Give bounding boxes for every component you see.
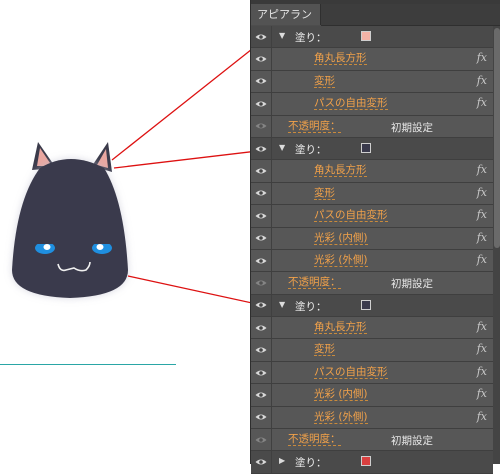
fx-icon[interactable]: fx <box>477 51 487 64</box>
visibility-eye-icon[interactable] <box>251 70 272 93</box>
fx-icon[interactable]: fx <box>477 320 487 333</box>
visibility-eye-icon[interactable] <box>251 26 272 48</box>
fill-color-swatch[interactable] <box>361 456 371 467</box>
visibility-eye-icon[interactable] <box>251 339 272 361</box>
effect-row[interactable]: 変形 fx <box>251 182 493 206</box>
expand-triangle-icon[interactable]: ▶ <box>279 456 285 465</box>
effect-row[interactable]: 角丸長方形 fx <box>251 48 493 71</box>
appearance-panel: アピアランス ▼ 塗り： 角丸長方形 fx 変形 fx パスの自由変形 fx 不透明度： 初期設定… <box>250 0 500 474</box>
tab-strip <box>321 4 500 26</box>
expand-triangle-icon[interactable]: ▼ <box>279 31 285 40</box>
tab-appearance[interactable]: アピアランス <box>251 4 321 42</box>
fill-label: 塗り： <box>295 143 327 156</box>
visibility-eye-icon[interactable] <box>251 160 272 182</box>
visibility-eye-icon[interactable] <box>251 406 272 429</box>
fill-color-swatch[interactable] <box>361 142 371 153</box>
effect-row[interactable]: 角丸長方形 fx <box>251 317 493 340</box>
visibility-eye-icon[interactable] <box>251 182 272 205</box>
visibility-eye-icon[interactable] <box>251 205 272 227</box>
scrollbar[interactable] <box>493 26 500 464</box>
effect-link[interactable]: パスの自由変形 <box>314 366 388 379</box>
effect-link[interactable]: 変形 <box>314 75 335 88</box>
opacity-link[interactable]: 不透明度： <box>288 276 341 290</box>
fill-label: 塗り： <box>295 32 327 44</box>
fill-color-swatch[interactable] <box>361 31 371 41</box>
effect-link[interactable]: パスの自由変形 <box>314 97 388 111</box>
fx-icon[interactable]: fx <box>477 410 487 423</box>
fx-icon[interactable]: fx <box>477 253 487 266</box>
visibility-eye-icon[interactable] <box>251 93 272 115</box>
opacity-value: 初期設定 <box>391 278 433 291</box>
artboard-canvas[interactable] <box>0 0 250 464</box>
visibility-eye-icon[interactable] <box>251 361 272 384</box>
effect-row[interactable]: 光彩 (外側) fx <box>251 249 493 273</box>
opacity-row[interactable]: 不透明度： 初期設定 <box>251 272 493 295</box>
visibility-eye-icon[interactable] <box>251 294 272 317</box>
appearance-rows: ▼ 塗り： 角丸長方形 fx 変形 fx パスの自由変形 fx 不透明度： 初期設定 ▼ 塗り： 角丸長… <box>251 26 493 474</box>
visibility-eye-icon[interactable] <box>251 272 272 294</box>
effect-row[interactable]: 変形 fx <box>251 339 493 362</box>
effect-row[interactable]: 変形 fx <box>251 70 493 94</box>
opacity-link[interactable]: 不透明度： <box>288 120 341 133</box>
fill-color-swatch[interactable] <box>361 299 371 310</box>
visibility-eye-icon[interactable] <box>251 451 272 473</box>
effect-link[interactable]: 光彩 (内側) <box>314 232 368 245</box>
cat-illustration[interactable] <box>0 0 250 464</box>
effect-row[interactable]: 角丸長方形 fx <box>251 160 493 183</box>
fill-group-row[interactable]: ▶ 塗り： <box>251 451 493 474</box>
opacity-row[interactable]: 不透明度： 初期設定 <box>251 115 493 138</box>
fx-icon[interactable]: fx <box>477 387 487 400</box>
fx-icon[interactable]: fx <box>477 186 487 199</box>
effect-row[interactable]: 光彩 (内側) fx <box>251 384 493 407</box>
visibility-eye-icon[interactable] <box>251 249 272 272</box>
visibility-eye-icon[interactable] <box>251 227 272 249</box>
fill-group-row[interactable]: ▼ 塗り： <box>251 26 493 49</box>
fx-icon[interactable]: fx <box>477 74 487 87</box>
scrollbar-thumb[interactable] <box>494 28 500 248</box>
opacity-link[interactable]: 不透明度： <box>288 433 341 447</box>
fill-group-row[interactable]: ▼ 塗り： <box>251 137 493 161</box>
opacity-value: 初期設定 <box>391 121 433 134</box>
effect-row[interactable]: パスの自由変形 fx <box>251 361 493 385</box>
visibility-eye-icon[interactable] <box>251 48 272 70</box>
opacity-row[interactable]: 不透明度： 初期設定 <box>251 429 493 452</box>
effect-link[interactable]: パスの自由変形 <box>314 209 388 223</box>
effect-link[interactable]: 角丸長方形 <box>314 164 367 178</box>
expand-triangle-icon[interactable]: ▼ <box>279 143 285 152</box>
effect-link[interactable]: 角丸長方形 <box>314 52 367 66</box>
effect-row[interactable]: パスの自由変形 fx <box>251 93 493 116</box>
effect-link[interactable]: 光彩 (外側) <box>314 411 368 424</box>
opacity-value: 初期設定 <box>391 435 433 448</box>
fx-icon[interactable]: fx <box>477 342 487 355</box>
effect-row[interactable]: 光彩 (内側) fx <box>251 227 493 250</box>
effect-link[interactable]: 変形 <box>314 343 335 357</box>
effect-row[interactable]: パスの自由変形 fx <box>251 205 493 228</box>
effect-link[interactable]: 角丸長方形 <box>314 321 367 335</box>
effect-link[interactable]: 変形 <box>314 187 335 200</box>
fill-label: 塗り： <box>295 300 327 313</box>
guide-line <box>0 364 176 365</box>
fill-label: 塗り： <box>295 457 327 470</box>
cat-head <box>12 159 128 298</box>
visibility-eye-icon[interactable] <box>251 384 272 406</box>
fx-icon[interactable]: fx <box>477 231 487 244</box>
visibility-eye-icon[interactable] <box>251 137 272 160</box>
fx-icon[interactable]: fx <box>477 208 487 221</box>
visibility-eye-icon[interactable] <box>251 429 272 451</box>
effect-link[interactable]: 光彩 (内側) <box>314 388 368 402</box>
effect-row[interactable]: 光彩 (外側) fx <box>251 406 493 430</box>
expand-triangle-icon[interactable]: ▼ <box>279 300 285 309</box>
fx-icon[interactable]: fx <box>477 96 487 109</box>
fx-icon[interactable]: fx <box>477 163 487 176</box>
fx-icon[interactable]: fx <box>477 365 487 378</box>
fill-group-row[interactable]: ▼ 塗り： <box>251 294 493 318</box>
visibility-eye-icon[interactable] <box>251 115 272 137</box>
effect-link[interactable]: 光彩 (外側) <box>314 254 368 267</box>
visibility-eye-icon[interactable] <box>251 317 272 339</box>
